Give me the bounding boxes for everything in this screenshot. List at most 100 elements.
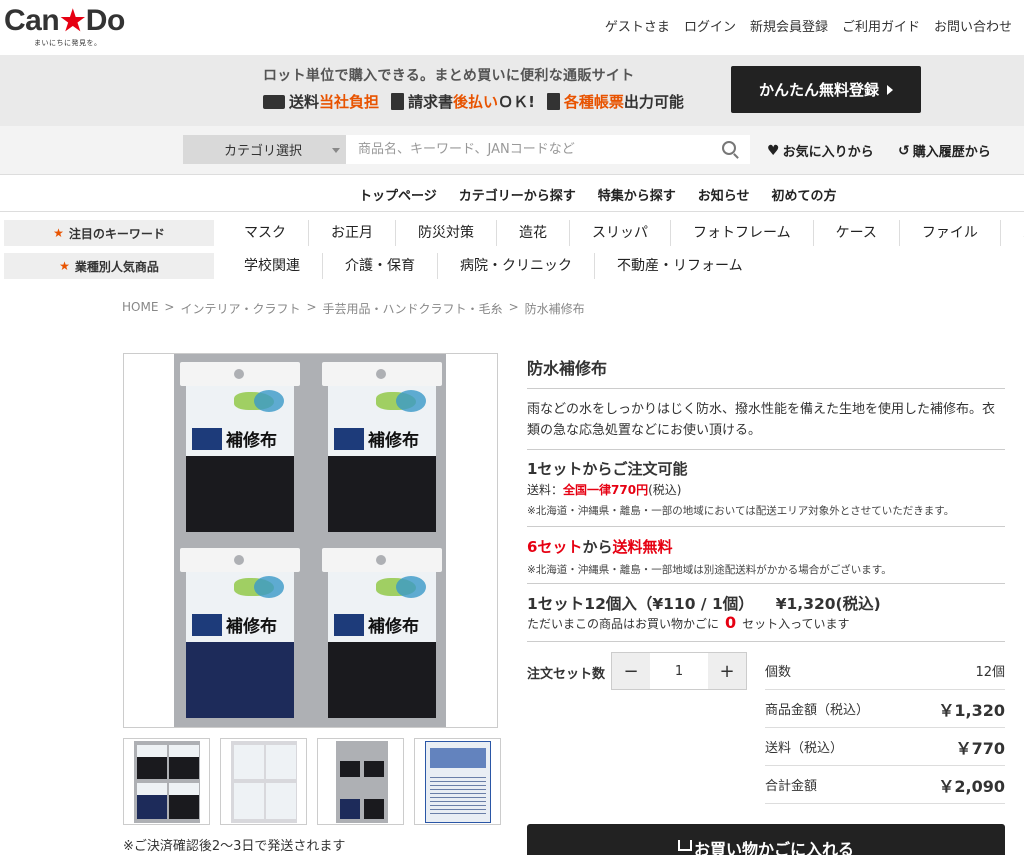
banner-title: ロット単位で購入できる。まとめ買いに便利な通販サイト <box>263 68 635 84</box>
free-register-button[interactable]: かんたん無料登録 <box>731 66 921 113</box>
keyword-link[interactable]: 防災対策 <box>395 220 496 246</box>
product-title: 防水補修布 <box>527 359 608 378</box>
truck-icon <box>263 94 285 109</box>
heart-icon: ♥ <box>767 142 780 159</box>
summary-row-shipping: 送料（税込） ￥770 <box>765 728 1005 766</box>
keyword-link[interactable]: ケース <box>812 220 899 246</box>
divider <box>527 583 1005 584</box>
feature-documents: 各種帳票 出力可能 <box>546 91 684 112</box>
product-package: 補修布 <box>322 548 442 718</box>
product-package: 補修布 <box>322 362 442 532</box>
star-icon: ★ <box>53 226 64 240</box>
cart-count: 0 <box>725 613 737 632</box>
industry-popular-label: ★ 業種別人気商品 <box>4 253 214 279</box>
summary-row-subtotal: 商品金額（税込） ￥1,320 <box>765 690 1005 728</box>
thumbnail-4[interactable] <box>414 738 501 825</box>
keyword-link[interactable]: お正月 <box>308 220 395 246</box>
breadcrumb-interior[interactable]: インテリア・クラフト <box>180 300 300 317</box>
thumbnail-2[interactable] <box>220 738 307 825</box>
industry-link[interactable]: 不動産・リフォーム <box>594 253 765 279</box>
guest-label: ゲストさま <box>604 20 670 35</box>
purchase-history-link[interactable]: ↺ 購入履歴から <box>898 141 991 161</box>
quantity-label: 注文セット数 <box>527 667 606 682</box>
industry-link[interactable]: 病院・クリニック <box>437 253 594 279</box>
product-main-image[interactable]: 補修布 補修布 補修布 補修布 <box>123 353 498 728</box>
breadcrumb-separator: > <box>164 300 175 314</box>
nav-top[interactable]: トップページ <box>359 185 437 204</box>
add-to-cart-button[interactable]: お買い物かごに入れる <box>527 824 1005 855</box>
order-summary: 個数 12個 商品金額（税込） ￥1,320 送料（税込） ￥770 合計金額 ￥2,0… <box>765 652 1005 804</box>
divider <box>527 526 1005 527</box>
set-info: 1セット12個入（¥110 / 1個） <box>527 595 754 613</box>
keyword-link[interactable]: ファイル <box>898 220 1000 246</box>
breadcrumb-separator: > <box>306 300 317 314</box>
search-bar: カテゴリ選択 ♥ お気に入りから ↺ 購入履歴から <box>0 126 1024 174</box>
keyword-link[interactable]: 造花 <box>496 220 569 246</box>
chevron-down-icon <box>332 148 340 153</box>
promo-banner: ロット単位で購入できる。まとめ買いに便利な通販サイト 送料 当社負担 請求書 後払い… <box>0 55 1024 126</box>
breadcrumb-home[interactable]: HOME <box>122 300 158 317</box>
industry-link[interactable]: 学校関連 <box>236 253 322 279</box>
star-icon: ★ <box>60 5 85 36</box>
decrement-button[interactable]: − <box>612 653 650 689</box>
favorites-link[interactable]: ♥ お気に入りから <box>767 141 874 161</box>
banner-features: 送料 当社負担 請求書 後払い ＯＫ! 各種帳票 出力可能 <box>263 91 684 112</box>
signup-link[interactable]: 新規会員登録 <box>750 16 828 35</box>
set-price: ¥1,320(税込) <box>775 595 881 613</box>
shipping-days-note: ※ご決済確認後2〜3日で発送されます <box>123 839 346 854</box>
star-icon: ★ <box>59 259 70 273</box>
arrow-right-icon <box>887 84 893 95</box>
divider <box>527 388 1005 389</box>
keyword-link[interactable]: バ <box>999 220 1024 246</box>
contact-link[interactable]: お問い合わせ <box>934 16 1012 35</box>
product-package: 補修布 <box>180 362 300 532</box>
product-description: 雨などの水をしっかりはじく防水、撥水性能を備えた生地を使用した補修布。衣類の急な… <box>527 402 996 438</box>
thumbnail-3[interactable] <box>317 738 404 825</box>
industry-popular: ★ 業種別人気商品 学校関連 介護・保育 病院・クリニック 不動産・リフォーム <box>0 252 1024 280</box>
divider <box>527 449 1005 450</box>
keyword-link[interactable]: マスク <box>236 220 308 246</box>
min-order-text: 1セットからご注文可能 <box>527 460 688 478</box>
breadcrumb-crafts[interactable]: 手芸用品・ハンドクラフト・毛糸 <box>323 300 503 317</box>
category-select[interactable]: カテゴリ選択 <box>183 135 346 164</box>
increment-button[interactable]: + <box>708 653 746 689</box>
logo-tagline: まいにちに発見を。 <box>34 39 102 47</box>
feature-shipping: 送料 当社負担 <box>263 91 379 112</box>
document-icon <box>546 93 560 110</box>
shipping-area-note: ※北海道・沖縄県・離島・一部の地域においては配送エリア対象外とさせていただきます… <box>527 505 955 517</box>
thumbnail-1[interactable] <box>123 738 210 825</box>
cart-status: ただいまこの商品はお買い物かごに 0 セット入っています <box>527 613 850 632</box>
free-shipping-note: ※北海道・沖縄県・離島・一部地域は別途配送料がかかる場合がございます。 <box>527 564 892 576</box>
invoice-icon <box>391 93 405 110</box>
feature-invoice: 請求書 後払い ＯＫ! <box>391 91 535 112</box>
guide-link[interactable]: ご利用ガイド <box>842 16 920 35</box>
logo-wordmark: Can ★ Do <box>4 4 125 37</box>
quantity-input[interactable]: 1 <box>650 653 708 689</box>
keyword-link[interactable]: スリッパ <box>569 220 670 246</box>
breadcrumb-current: 防水補修布 <box>524 302 585 316</box>
nav-news[interactable]: お知らせ <box>698 185 750 204</box>
site-header: Can ★ Do まいにちに発見を。 ゲストさま ログイン 新規会員登録 ご利用ガイ… <box>0 0 1024 55</box>
search-input[interactable] <box>346 135 750 164</box>
search-icon[interactable] <box>722 141 736 155</box>
quantity-stepper: − 1 + <box>611 652 747 690</box>
price-line: 1セット12個入（¥110 / 1個） ¥1,320(税込) <box>527 592 881 614</box>
nav-features[interactable]: 特集から探す <box>598 185 676 204</box>
keyword-link[interactable]: フォトフレーム <box>670 220 813 246</box>
summary-row-count: 個数 12個 <box>765 652 1005 690</box>
summary-row-total: 合計金額 ￥2,090 <box>765 766 1005 804</box>
nav-categories[interactable]: カテゴリーから探す <box>459 185 576 204</box>
main-nav: トップページ カテゴリーから探す 特集から探す お知らせ 初めての方 <box>0 174 1024 212</box>
breadcrumb: HOME > インテリア・クラフト > 手芸用品・ハンドクラフト・毛糸 > 防水… <box>122 300 585 317</box>
breadcrumb-separator: > <box>508 300 519 314</box>
free-shipping-text: 6セットから送料無料 <box>527 538 673 556</box>
industry-link[interactable]: 介護・保育 <box>322 253 437 279</box>
cart-icon <box>677 840 692 851</box>
login-link[interactable]: ログイン <box>684 16 736 35</box>
history-icon: ↺ <box>898 142 910 159</box>
product-photo: 補修布 補修布 補修布 補修布 <box>174 354 446 727</box>
nav-first-time[interactable]: 初めての方 <box>772 185 837 204</box>
shipping-fee: 送料：全国一律770円(税込) <box>527 483 682 497</box>
product-thumbnails <box>123 738 501 825</box>
cando-logo[interactable]: Can ★ Do まいにちに発見を。 <box>4 4 125 48</box>
